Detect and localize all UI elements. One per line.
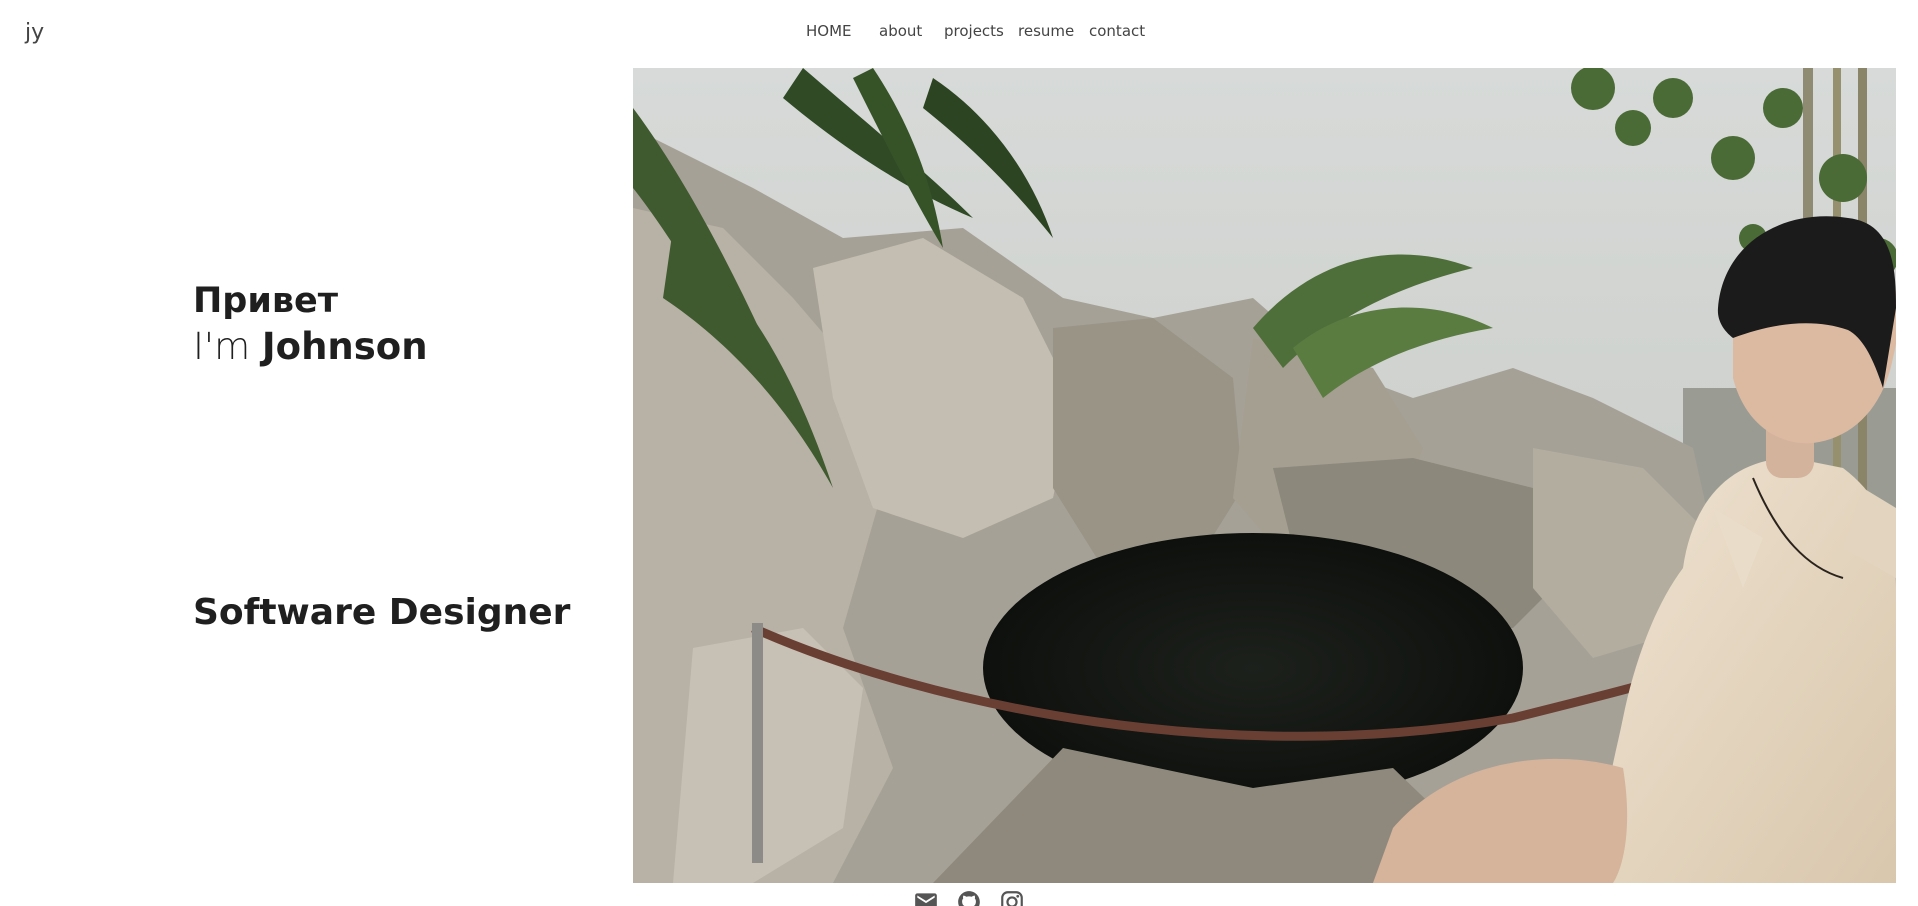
greeting-text: Привет [193,281,339,321]
hero-photo-illustration [633,68,1896,883]
nav-item-contact[interactable]: contact [1089,22,1145,40]
mail-icon [915,893,937,906]
instagram-link[interactable] [999,889,1025,906]
role-title: Software Designer [193,592,571,633]
nav-item-home[interactable]: HOME [806,22,852,40]
instagram-icon [1001,891,1023,906]
github-link[interactable] [956,889,982,906]
mail-link[interactable] [913,889,939,906]
person-name: Johnson [261,325,428,368]
intro-line: I'm Johnson [193,324,428,370]
intro-prefix: I'm [193,325,262,368]
nav-item-about[interactable]: about [879,22,922,40]
main-nav: HOME about projects resume contact [0,22,1918,44]
social-links [913,889,1025,906]
github-icon [958,891,980,906]
nav-item-projects[interactable]: projects [944,22,1004,40]
nav-item-resume[interactable]: resume [1018,22,1074,40]
hero-photo [633,68,1896,883]
hero-heading: Привет I'm Johnson [193,278,428,370]
